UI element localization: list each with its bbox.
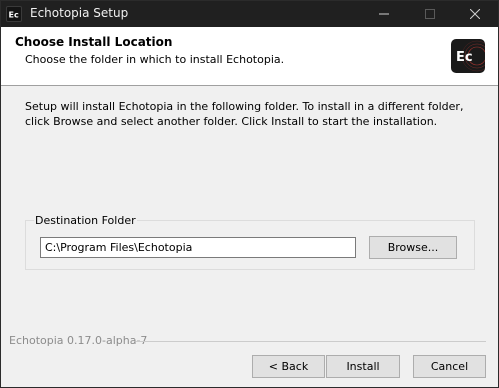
destination-folder-label: Destination Folder xyxy=(34,214,137,227)
maximize-icon xyxy=(425,9,435,19)
minimize-button[interactable] xyxy=(361,1,407,27)
maximize-button[interactable] xyxy=(407,1,453,27)
page-title: Choose Install Location xyxy=(15,35,173,49)
page-header: Choose Install Location Choose the folde… xyxy=(1,27,498,85)
svg-text:Ec: Ec xyxy=(456,50,473,65)
install-button[interactable]: Install xyxy=(326,355,400,378)
window-title: Echotopia Setup xyxy=(30,6,129,20)
destination-folder-input[interactable] xyxy=(40,237,356,258)
branding-text: Echotopia 0.17.0-alpha-7 xyxy=(9,334,148,347)
title-bar[interactable]: Ec Echotopia Setup xyxy=(1,1,498,27)
minimize-icon xyxy=(379,13,389,15)
close-icon xyxy=(470,9,480,19)
back-button[interactable]: < Back xyxy=(252,355,325,378)
cancel-button[interactable]: Cancel xyxy=(413,355,486,378)
app-icon: Ec xyxy=(6,6,22,22)
destination-folder-group: Destination Folder Browse... xyxy=(25,214,475,270)
instruction-text: Setup will install Echotopia in the foll… xyxy=(25,100,464,128)
browse-button[interactable]: Browse... xyxy=(369,236,457,259)
header-divider xyxy=(1,85,498,86)
page-subtitle: Choose the folder in which to install Ec… xyxy=(25,53,285,66)
branding-divider xyxy=(136,341,486,342)
app-logo: Ec xyxy=(451,39,485,73)
setup-window: Ec Echotopia Setup Choose Install Locati… xyxy=(0,0,499,388)
svg-text:Ec: Ec xyxy=(9,11,19,20)
close-button[interactable] xyxy=(452,1,498,27)
